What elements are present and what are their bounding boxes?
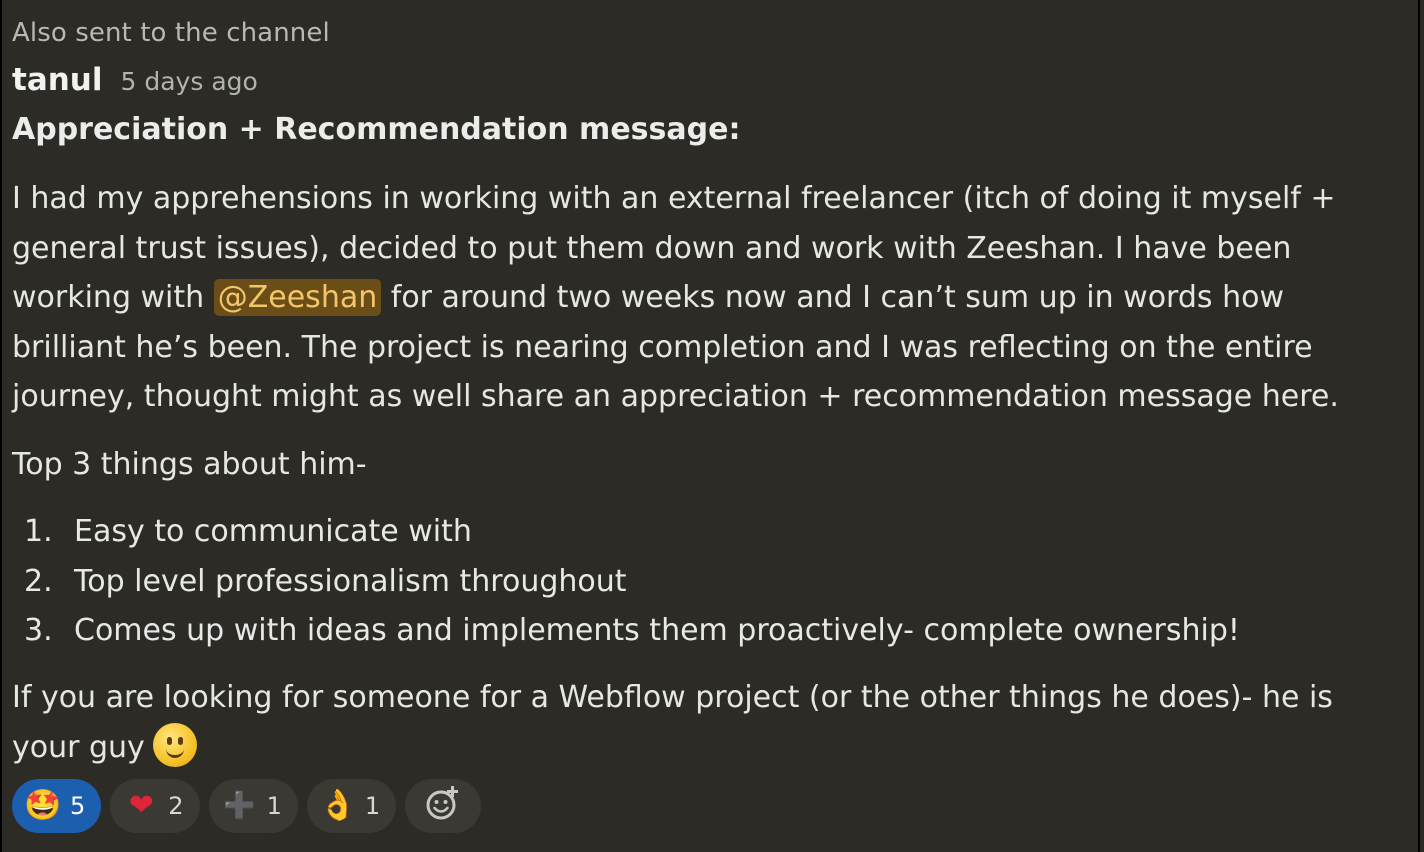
- reaction-count: 1: [266, 792, 282, 820]
- message-paragraph-3: If you are looking for someone for a Web…: [12, 673, 1407, 772]
- reaction-plus[interactable]: ➕ 1: [208, 779, 298, 833]
- list-number: 1.: [12, 507, 74, 557]
- plus-icon: ➕: [223, 791, 256, 821]
- reactions-bar: 🤩 5 ❤ 2 ➕ 1 👌 1: [12, 779, 482, 833]
- message-paragraph-1: I had my apprehensions in working with a…: [12, 174, 1407, 422]
- ordered-list: 1. Easy to communicate with 2. Top level…: [12, 507, 1240, 656]
- reaction-heart[interactable]: ❤ 2: [110, 779, 200, 833]
- list-item-text: Comes up with ideas and implements them …: [74, 613, 1240, 648]
- ok-hand-icon: 👌: [319, 788, 357, 823]
- message-panel: Also sent to the channel tanul 5 days ag…: [0, 0, 1420, 852]
- list-item-text: Easy to communicate with: [74, 514, 472, 549]
- list-number: 3.: [12, 606, 74, 656]
- slightly-smiling-face-icon: [152, 722, 197, 767]
- reaction-ok-hand[interactable]: 👌 1: [306, 779, 397, 833]
- list-number: 2.: [12, 557, 74, 607]
- list-number-text: 1.: [24, 514, 53, 549]
- paragraph-3-text: If you are looking for someone for a Web…: [12, 680, 1333, 765]
- list-item: 1. Easy to communicate with: [12, 507, 1240, 557]
- list-item: 3. Comes up with ideas and implements th…: [12, 606, 1240, 656]
- heart-icon: ❤: [128, 788, 154, 823]
- list-item: 2. Top level professionalism throughout: [12, 557, 1240, 607]
- add-reaction-icon: [424, 784, 462, 828]
- author-name[interactable]: tanul: [12, 62, 103, 98]
- reaction-count: 2: [168, 792, 184, 820]
- message-title: Appreciation + Recommendation message:: [12, 112, 741, 147]
- reaction-count: 5: [70, 792, 86, 820]
- reaction-count: 1: [364, 792, 381, 820]
- message-header: tanul 5 days ago: [12, 62, 258, 98]
- reaction-star-struck[interactable]: 🤩 5: [12, 779, 102, 833]
- star-struck-icon: 🤩: [24, 788, 62, 823]
- add-reaction-button[interactable]: [405, 779, 482, 833]
- list-number-text: 3.: [24, 613, 53, 648]
- sent-to-channel-note: Also sent to the channel: [12, 18, 330, 48]
- message-timestamp[interactable]: 5 days ago: [121, 67, 258, 96]
- list-number-text: 2.: [24, 563, 53, 599]
- user-mention[interactable]: @Zeeshan: [213, 279, 382, 316]
- list-item-text: Top level professionalism throughout: [74, 563, 627, 599]
- message-paragraph-2: Top 3 things about him-: [12, 447, 367, 482]
